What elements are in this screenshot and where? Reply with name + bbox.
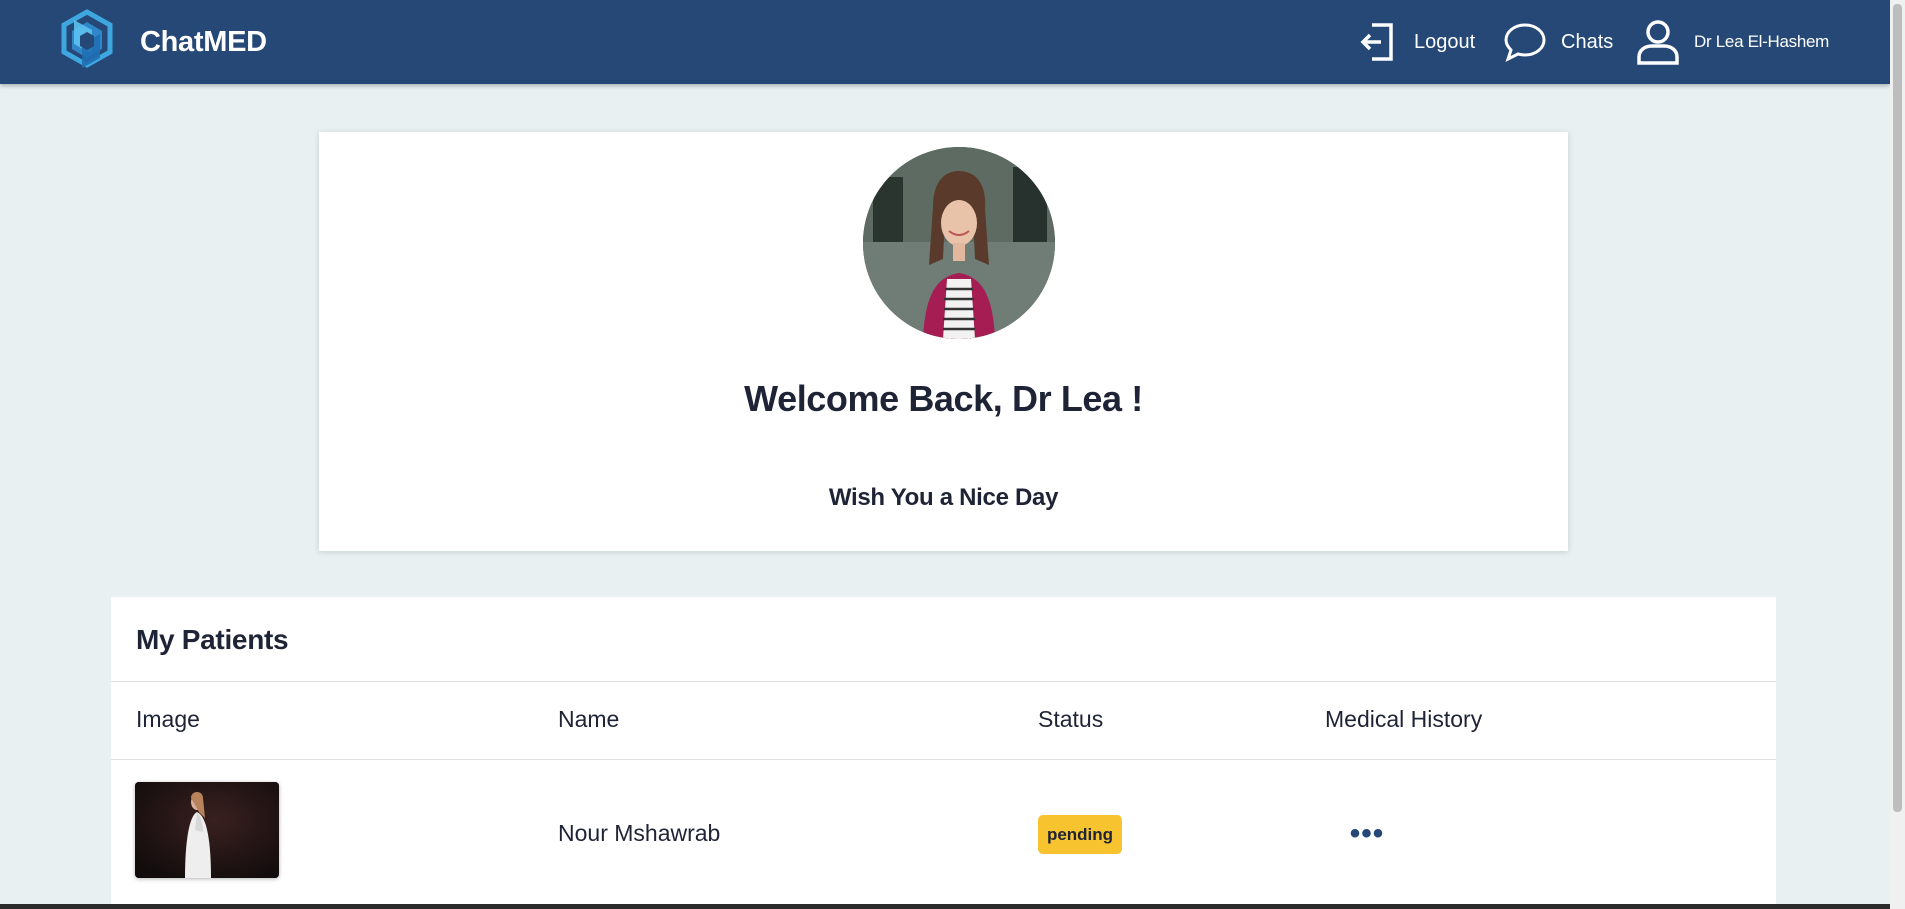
welcome-title: Welcome Back, Dr Lea ! bbox=[744, 378, 1143, 419]
chats-button[interactable]: Chats bbox=[1503, 0, 1613, 84]
doctor-photo bbox=[863, 147, 1055, 339]
logout-icon bbox=[1360, 23, 1393, 61]
table-row[interactable]: Nour Mshawrab pending ••• bbox=[111, 760, 1776, 909]
page-scrollbar[interactable] bbox=[1890, 0, 1905, 909]
column-header-name: Name bbox=[558, 706, 620, 732]
user-name-label: Dr Lea El-Hashem bbox=[1694, 32, 1830, 51]
page: ChatMED Logout Chats Dr Lea El-Hashem We… bbox=[0, 0, 1905, 909]
user-icon bbox=[1637, 20, 1679, 65]
top-navbar: ChatMED Logout Chats Dr Lea El-Hashem bbox=[0, 0, 1890, 84]
nav-actions: Logout Chats Dr Lea El-Hashem bbox=[0, 0, 1890, 84]
column-header-image: Image bbox=[136, 706, 200, 732]
column-header-status: Status bbox=[1038, 706, 1104, 732]
patient-image bbox=[135, 782, 279, 878]
logout-label: Logout bbox=[1414, 30, 1476, 53]
patients-card-header: My Patients bbox=[111, 597, 1776, 682]
user-profile-button[interactable]: Dr Lea El-Hashem bbox=[1636, 0, 1829, 84]
status-badge: pending bbox=[1038, 815, 1122, 854]
doctor-avatar bbox=[863, 147, 1055, 339]
more-dots-icon: ••• bbox=[1349, 817, 1385, 850]
patients-card: My Patients Image Name Status Medical Hi… bbox=[111, 597, 1776, 909]
scrollbar-thumb[interactable] bbox=[1893, 4, 1902, 812]
column-header-medical-history: Medical History bbox=[1325, 706, 1483, 732]
chat-bubble-icon bbox=[1504, 23, 1546, 62]
medical-history-more-button[interactable]: ••• bbox=[1345, 817, 1389, 850]
patient-photo bbox=[135, 782, 279, 878]
welcome-subtitle: Wish You a Nice Day bbox=[828, 484, 1059, 511]
patient-name: Nour Mshawrab bbox=[558, 820, 721, 846]
patients-table-header: Image Name Status Medical History bbox=[111, 682, 1776, 760]
welcome-card: Welcome Back, Dr Lea ! Wish You a Nice D… bbox=[319, 132, 1568, 551]
chats-label: Chats bbox=[1561, 30, 1614, 53]
logout-button[interactable]: Logout bbox=[1360, 0, 1475, 84]
patients-title: My Patients bbox=[136, 624, 289, 655]
taskbar-edge bbox=[0, 904, 1890, 909]
